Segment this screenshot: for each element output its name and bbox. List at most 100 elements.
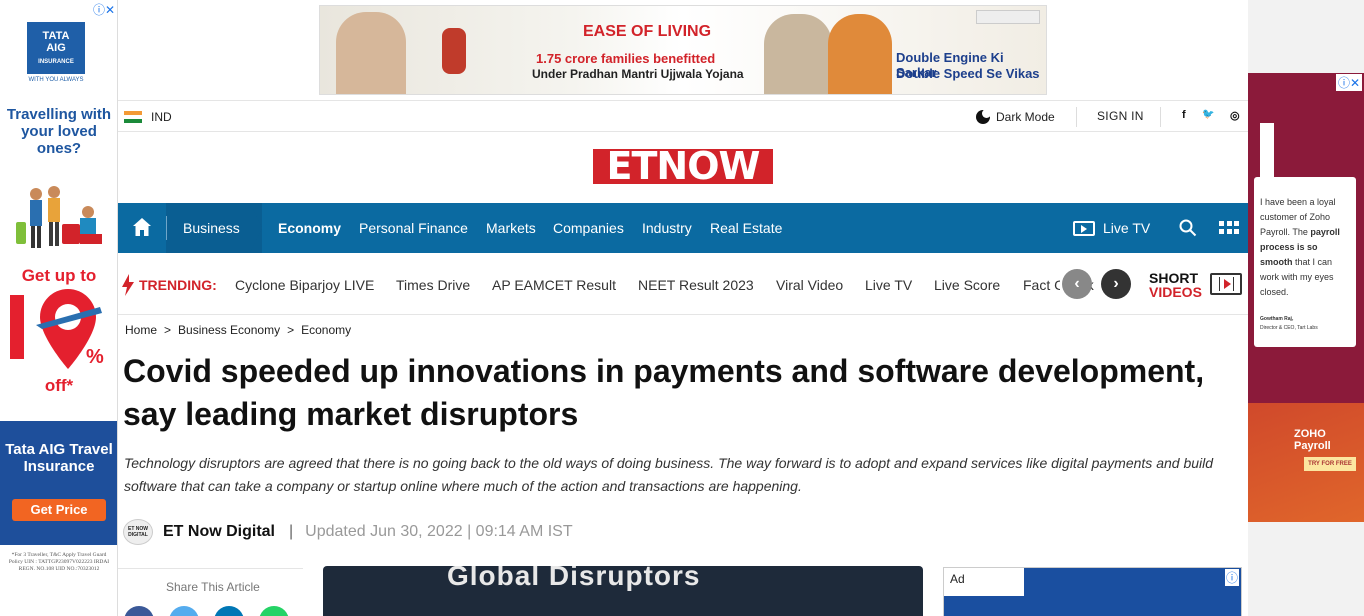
ad-tagline: Travelling with your loved ones? [6, 106, 112, 157]
article-byline: ET NOW DIGITAL ET Now Digital | Updated … [123, 518, 573, 546]
breadcrumb-home[interactable]: Home [125, 323, 157, 337]
ad-fine-print: *For 3 Traveller, T&C Apply Travel Guard… [8, 552, 110, 572]
logo-line-2: AIG [46, 42, 66, 54]
logo-tagline: WITH YOU ALWAYS [27, 74, 85, 86]
ad-cta-panel: Tata AIG Travel Insurance Get Price [0, 421, 117, 545]
nav-item-markets[interactable]: Markets [486, 203, 536, 253]
testimonial-card: I have been a loyal customer of Zoho Pay… [1254, 177, 1356, 347]
banner-scheme-text: Under Pradhan Mantri Ujjwala Yojana [532, 67, 744, 81]
article-summary: Technology disruptors are agreed that th… [124, 455, 1214, 494]
breadcrumb-separator: > [287, 323, 295, 337]
search-icon[interactable] [1179, 219, 1197, 237]
whatsapp-share-icon[interactable] [259, 606, 289, 616]
banner-headline: EASE OF LIVING [583, 23, 712, 40]
video-film-icon[interactable] [1210, 273, 1242, 295]
breadcrumb-business-economy[interactable]: Business Economy [178, 323, 280, 337]
quote-icon [1260, 123, 1274, 183]
sign-in-link[interactable]: SIGN IN [1097, 109, 1144, 123]
trending-item[interactable]: Cyclone Biparjoy LIVE [235, 277, 374, 293]
home-button[interactable] [118, 203, 166, 253]
dark-mode-label: Dark Mode [996, 110, 1055, 124]
section-chevron [250, 203, 262, 253]
tv-icon [1073, 220, 1095, 236]
zoho-payroll-logo: ZOHO Payroll [1294, 428, 1331, 452]
trending-next-button[interactable]: › [1101, 269, 1131, 299]
byline-separator: | [289, 523, 294, 540]
breadcrumb-separator: > [164, 323, 172, 337]
live-tv-link[interactable]: Live TV [1073, 203, 1150, 253]
ad-choices-icon[interactable]: ⓘ✕ [93, 1, 115, 18]
home-icon [133, 218, 151, 236]
facebook-share-icon[interactable] [124, 606, 154, 616]
ad-label: Ad [950, 572, 965, 586]
banner-families-text: 1.75 crore families benefitted [536, 51, 716, 66]
facebook-icon[interactable]: f [1182, 109, 1186, 121]
shorts-line-1: SHORT [1149, 270, 1198, 286]
twitter-icon[interactable]: 🐦 [1202, 109, 1214, 120]
sidebar-ad[interactable]: Ad ⓘ [943, 567, 1242, 616]
banner-portrait-2 [828, 14, 892, 94]
gas-cylinder-illustration [442, 28, 466, 74]
apps-grid-icon[interactable] [1219, 221, 1239, 235]
trending-item[interactable]: AP EAMCET Result [492, 277, 616, 293]
instagram-icon[interactable]: ◎ [1230, 109, 1240, 122]
trending-item[interactable]: Live TV [865, 277, 912, 293]
testimonial-author-name: Gowtham Raj, [1260, 316, 1294, 322]
main-column: EASE OF LIVING 1.75 crore families benef… [118, 0, 1248, 616]
live-tv-label: Live TV [1103, 220, 1151, 236]
nav-item-economy[interactable]: Economy [278, 203, 341, 253]
trending-label: TRENDING: [139, 277, 217, 293]
top-banner-ad[interactable]: EASE OF LIVING 1.75 crore families benef… [319, 5, 1047, 95]
nav-item-personal-finance[interactable]: Personal Finance [359, 203, 468, 253]
author-name[interactable]: ET Now Digital [163, 523, 275, 541]
ad-choices-icon[interactable]: ⓘ✕ [1335, 74, 1362, 91]
trending-item[interactable]: NEET Result 2023 [638, 277, 754, 293]
ad-choices-icon[interactable]: ⓘ [1224, 569, 1239, 586]
trending-item[interactable]: Viral Video [776, 277, 843, 293]
travelers-illustration [16, 186, 102, 248]
divider [1076, 107, 1077, 127]
trending-item[interactable]: Times Drive [396, 277, 470, 293]
nav-section-business[interactable]: Business [166, 203, 262, 253]
divider [166, 216, 167, 240]
right-sidebar-ad[interactable]: ⓘ✕ I have been a loyal customer of Zoho … [1248, 73, 1364, 522]
article-hero-image[interactable]: Global Disruptors [323, 566, 923, 616]
ad-product-name: Tata AIG Travel Insurance [5, 441, 113, 475]
svg-text:%: % [86, 346, 104, 368]
chevron-right-icon: › [1113, 275, 1119, 292]
hero-image-text: Global Disruptors [447, 566, 701, 591]
updated-timestamp: Updated Jun 30, 2022 | 09:14 AM IST [305, 523, 573, 540]
lightning-icon [122, 274, 134, 296]
dark-mode-toggle[interactable]: Dark Mode [976, 107, 1055, 127]
shorts-line-2: VIDEOS [1149, 284, 1202, 300]
masthead: ETNOW [118, 132, 1248, 203]
nav-item-industry[interactable]: Industry [642, 203, 692, 253]
short-videos-link[interactable]: SHORT VIDEOS [1149, 271, 1202, 299]
moon-icon [976, 109, 991, 124]
trending-item[interactable]: Live Score [934, 277, 1000, 293]
try-for-free-button[interactable]: TRY FOR FREE [1304, 457, 1356, 471]
breadcrumb-economy[interactable]: Economy [301, 323, 351, 337]
divider [118, 568, 303, 569]
linkedin-share-icon[interactable] [214, 606, 244, 616]
chevron-left-icon: ‹ [1074, 275, 1080, 292]
divider [1160, 107, 1161, 127]
banner-logos [976, 10, 1040, 24]
et-now-logo[interactable]: ETNOW [593, 147, 773, 185]
share-buttons [124, 606, 289, 616]
banner-portrait-1 [764, 14, 832, 94]
tata-aig-logo: TATA AIG INSURANCE WITH YOU ALWAYS [27, 22, 85, 86]
trending-prev-button[interactable]: ‹ [1062, 269, 1092, 299]
nav-item-companies[interactable]: Companies [553, 203, 624, 253]
author-avatar: ET NOW DIGITAL [123, 519, 153, 545]
ten-percent-graphic: % [10, 289, 104, 369]
get-price-button[interactable]: Get Price [12, 499, 106, 521]
nav-item-real-estate[interactable]: Real Estate [710, 203, 782, 253]
article-headline: Covid speeded up innovations in payments… [123, 353, 1205, 432]
left-sidebar-ad[interactable]: ⓘ✕ TATA AIG INSURANCE WITH YOU ALWAYS Tr… [0, 0, 118, 616]
country-selector[interactable]: IND [151, 110, 172, 124]
testimonial-author-title: Director & CEO, Tart Labs [1260, 325, 1318, 331]
testimonial-author: Gowtham Raj, Director & CEO, Tart Labs [1260, 315, 1318, 333]
india-flag-icon[interactable] [124, 111, 142, 123]
twitter-share-icon[interactable] [169, 606, 199, 616]
